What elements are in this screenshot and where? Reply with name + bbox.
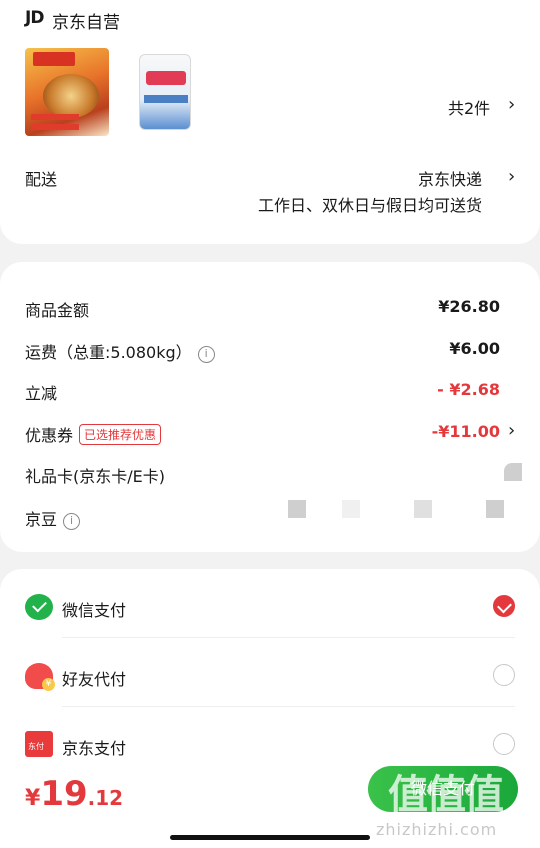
redacted-block [486,500,504,518]
info-icon[interactable]: i [63,513,81,530]
delivery-note: 工作日、双休日与假日均可送货 [257,196,482,215]
goods-amount-label: 商品金额 [25,301,90,320]
payment-radio[interactable] [493,733,515,755]
coupon-recommend-badge: 已选推荐优惠 [79,424,162,445]
gift-card-label[interactable]: 礼品卡(京东卡/E卡) [25,463,165,487]
jd-logo: JD [25,8,44,28]
total-integer: 19 [40,774,88,814]
product-tag [31,124,79,130]
discount-label: 立减 [25,384,58,403]
shipping-fee-value: ¥6.00 [449,339,500,358]
coupon-row[interactable]: 优惠券 已选推荐优惠 [25,422,162,446]
divider [62,706,515,707]
shop-name: 京东自营 [52,13,120,33]
wechat-pay-icon [25,594,53,620]
fees-card: 商品金额 ¥26.80 运费（总重:5.080kg） i ¥6.00 立减 - ¥… [0,262,540,552]
payment-option-label[interactable]: 微信支付 [62,597,126,621]
flour-bag-graphic [139,54,191,130]
shop-card: JD 京东自营 共2件 › 配送 京东快递 › 工作日、双休日与假日均可送货 [0,0,540,244]
goods-amount-value: ¥26.80 [438,297,500,316]
payment-card: 微信支付 好友代付 京东支付 [0,569,540,769]
info-icon[interactable]: i [197,346,215,363]
redacted-block [342,500,360,518]
product-tag [31,114,79,120]
delivery-label: 配送 [25,170,58,189]
coupon-value[interactable]: -¥11.00 [432,422,500,441]
noodle-product-image[interactable] [25,48,109,136]
divider [62,637,515,638]
delivery-method[interactable]: 京东快递 [418,166,482,190]
redacted-block [288,500,306,518]
payment-option-label[interactable]: 京东支付 [62,735,126,759]
flour-strip [144,95,188,103]
friend-pay-icon [25,663,55,691]
gift-card-placeholder [504,463,522,481]
payment-option-label[interactable]: 好友代付 [62,666,126,690]
coupon-label: 优惠券 [25,426,74,445]
order-total: ¥19.12 [25,774,123,814]
shipping-fee-label: 运费（总重:5.080kg） [25,343,192,362]
watermark-url: zhizhizhi.com [376,820,498,839]
flour-product-image[interactable] [135,48,219,136]
watermark-logo: 值值值 [388,772,504,818]
chevron-right-icon[interactable]: › [508,166,515,187]
payment-radio-selected[interactable] [493,595,515,617]
product-brand-badge [33,52,75,66]
redacted-block [414,500,432,518]
total-decimal: .12 [87,786,124,810]
jingdou-row[interactable]: 京豆 i [25,506,81,530]
flour-brand-label [146,71,186,85]
shipping-fee-row: 运费（总重:5.080kg） i [25,339,215,363]
jingdou-label: 京豆 [25,510,58,529]
discount-value: - ¥2.68 [437,380,500,399]
total-currency: ¥ [25,786,41,811]
jd-pay-icon [25,731,53,757]
item-count[interactable]: 共2件 [448,95,490,119]
payment-radio[interactable] [493,664,515,686]
noodle-bowl-graphic [43,74,99,118]
home-indicator[interactable] [170,835,370,840]
chevron-right-icon[interactable]: › [508,94,515,115]
chevron-right-icon[interactable]: › [508,420,515,441]
